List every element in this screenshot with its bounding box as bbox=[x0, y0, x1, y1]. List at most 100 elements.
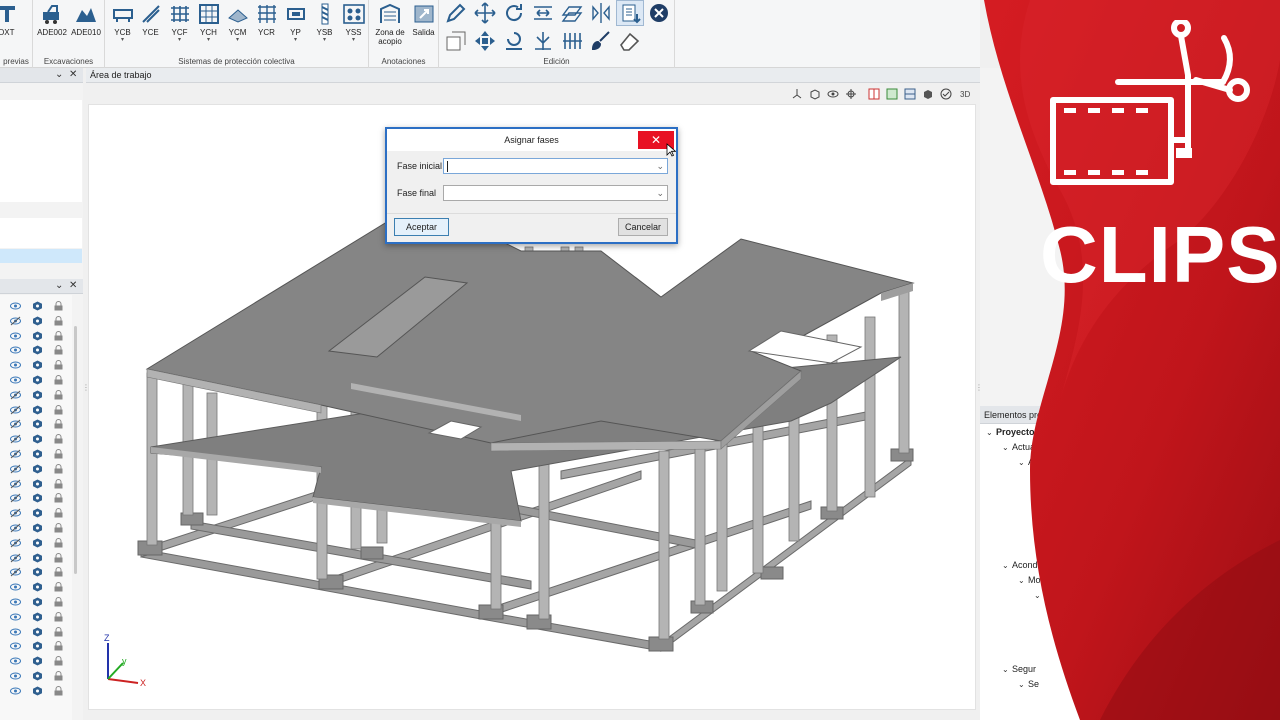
fase-final-select[interactable]: ⌄ bbox=[443, 185, 668, 201]
layer-row[interactable] bbox=[0, 432, 70, 447]
stretch-icon[interactable] bbox=[531, 1, 555, 25]
lock-icon[interactable] bbox=[53, 626, 64, 637]
eye-icon[interactable] bbox=[10, 671, 21, 681]
layer-row[interactable] bbox=[0, 417, 70, 432]
eye-icon[interactable] bbox=[10, 597, 21, 607]
layer-row[interactable] bbox=[0, 595, 70, 610]
layer-row[interactable] bbox=[0, 343, 70, 358]
cube-icon[interactable] bbox=[32, 405, 43, 415]
close-icon[interactable]: ✕ bbox=[69, 69, 77, 80]
cube-icon[interactable] bbox=[32, 612, 43, 622]
lock-icon[interactable] bbox=[53, 582, 64, 592]
tree-node[interactable]: ⌄ A bbox=[1034, 472, 1050, 482]
layer-row[interactable] bbox=[0, 654, 70, 669]
eye-off-icon[interactable] bbox=[10, 449, 21, 459]
eye-icon[interactable] bbox=[10, 301, 21, 311]
lock-icon[interactable] bbox=[53, 434, 64, 444]
lock-icon[interactable] bbox=[53, 493, 64, 503]
cube-icon[interactable] bbox=[32, 316, 43, 326]
tool-ycm[interactable]: YCM ▾ bbox=[223, 0, 252, 50]
cancel-button[interactable]: Cancelar bbox=[618, 218, 668, 236]
cube-icon[interactable] bbox=[32, 567, 43, 577]
eye-icon[interactable] bbox=[10, 360, 21, 370]
layout-green-icon[interactable] bbox=[886, 88, 898, 100]
cube-icon[interactable] bbox=[32, 597, 43, 607]
layout-blue-icon[interactable] bbox=[904, 88, 916, 100]
lock-icon[interactable] bbox=[53, 463, 64, 474]
eye-icon[interactable] bbox=[10, 375, 21, 385]
cube-icon[interactable] bbox=[32, 434, 43, 444]
lock-icon[interactable] bbox=[53, 404, 64, 415]
tree-node[interactable]: ⌄ Actuacio bbox=[1002, 442, 1047, 452]
cube-icon[interactable] bbox=[32, 449, 43, 459]
lock-icon[interactable] bbox=[53, 523, 64, 533]
layer-row[interactable] bbox=[0, 388, 70, 403]
lock-icon[interactable] bbox=[53, 315, 64, 326]
move-arrows-icon[interactable] bbox=[473, 29, 497, 53]
cube-icon[interactable] bbox=[32, 508, 43, 518]
layer-row[interactable] bbox=[0, 373, 70, 388]
lock-icon[interactable] bbox=[53, 537, 64, 548]
chevron-down-icon[interactable]: ⌄ bbox=[55, 280, 63, 291]
tree-node[interactable]: ⌄ Proyecto bbox=[986, 427, 1035, 437]
tree-node[interactable]: ⌄ E bbox=[1034, 590, 1050, 600]
eye-view-icon[interactable] bbox=[827, 88, 839, 100]
layer-row[interactable] bbox=[0, 669, 70, 684]
eye-off-icon[interactable] bbox=[10, 523, 21, 533]
lock-icon[interactable] bbox=[53, 685, 64, 696]
close-circle-icon[interactable] bbox=[647, 1, 671, 25]
layer-row[interactable] bbox=[0, 491, 70, 506]
visibility-icon[interactable] bbox=[940, 88, 952, 100]
tool-zona-acopio[interactable]: Zona de acopio bbox=[371, 0, 409, 50]
tool-ycf[interactable]: YCF ▾ bbox=[165, 0, 194, 50]
layer-row[interactable] bbox=[0, 477, 70, 492]
tool-ysb[interactable]: YSB ▾ bbox=[310, 0, 339, 50]
lock-icon[interactable] bbox=[53, 419, 64, 429]
tool-ych[interactable]: YCH ▾ bbox=[194, 0, 223, 50]
lock-icon[interactable] bbox=[53, 597, 64, 607]
tool-yp[interactable]: YP ▾ bbox=[281, 0, 310, 50]
match-properties-icon[interactable] bbox=[589, 29, 613, 53]
layer-row[interactable] bbox=[0, 299, 70, 314]
tool-ade002[interactable]: ADE002 bbox=[36, 0, 68, 50]
layer-row[interactable] bbox=[0, 536, 70, 551]
assign-phase-tool[interactable] bbox=[616, 0, 644, 26]
layer-row[interactable] bbox=[0, 610, 70, 625]
layer-row[interactable] bbox=[0, 403, 70, 418]
layer-row[interactable] bbox=[0, 639, 70, 654]
layer-row[interactable] bbox=[0, 506, 70, 521]
array-icon[interactable] bbox=[560, 29, 584, 53]
cube-icon[interactable] bbox=[32, 641, 43, 651]
split-icon[interactable] bbox=[531, 29, 555, 53]
eye-off-icon[interactable] bbox=[10, 553, 21, 563]
tree-node[interactable]: ⌄ Anda bbox=[1018, 457, 1049, 467]
cube-icon[interactable] bbox=[32, 656, 43, 666]
tool-ycb[interactable]: YCB ▾ bbox=[108, 0, 137, 50]
tool-yce[interactable]: YCE bbox=[136, 0, 165, 50]
orbit-icon[interactable] bbox=[845, 88, 857, 100]
eye-icon[interactable] bbox=[10, 641, 21, 651]
eye-icon[interactable] bbox=[10, 345, 21, 355]
eye-off-icon[interactable] bbox=[10, 538, 21, 548]
eye-off-icon[interactable] bbox=[10, 493, 21, 503]
eraser-icon[interactable] bbox=[618, 29, 642, 53]
close-icon[interactable]: ✕ bbox=[69, 280, 77, 291]
selected-row[interactable] bbox=[0, 249, 82, 263]
lock-icon[interactable] bbox=[53, 389, 64, 400]
lock-icon[interactable] bbox=[53, 330, 64, 341]
cube-icon[interactable] bbox=[32, 538, 43, 548]
lock-icon[interactable] bbox=[53, 567, 64, 577]
layer-row[interactable] bbox=[0, 521, 70, 536]
tree-node[interactable]: ⌄ Se bbox=[1018, 679, 1039, 689]
fase-inicial-select[interactable]: ⌄ bbox=[443, 158, 668, 174]
layer-row[interactable] bbox=[0, 565, 70, 580]
cube-view-icon[interactable] bbox=[809, 88, 821, 100]
eye-off-icon[interactable] bbox=[10, 405, 21, 415]
tool-ade010[interactable]: ADE010 bbox=[70, 0, 102, 50]
eye-off-icon[interactable] bbox=[10, 419, 21, 429]
cube-icon[interactable] bbox=[32, 375, 43, 385]
tool-dxt[interactable]: DXT bbox=[0, 0, 21, 50]
cube-icon[interactable] bbox=[32, 331, 43, 341]
lock-icon[interactable] bbox=[53, 508, 64, 518]
lock-icon[interactable] bbox=[53, 611, 64, 622]
